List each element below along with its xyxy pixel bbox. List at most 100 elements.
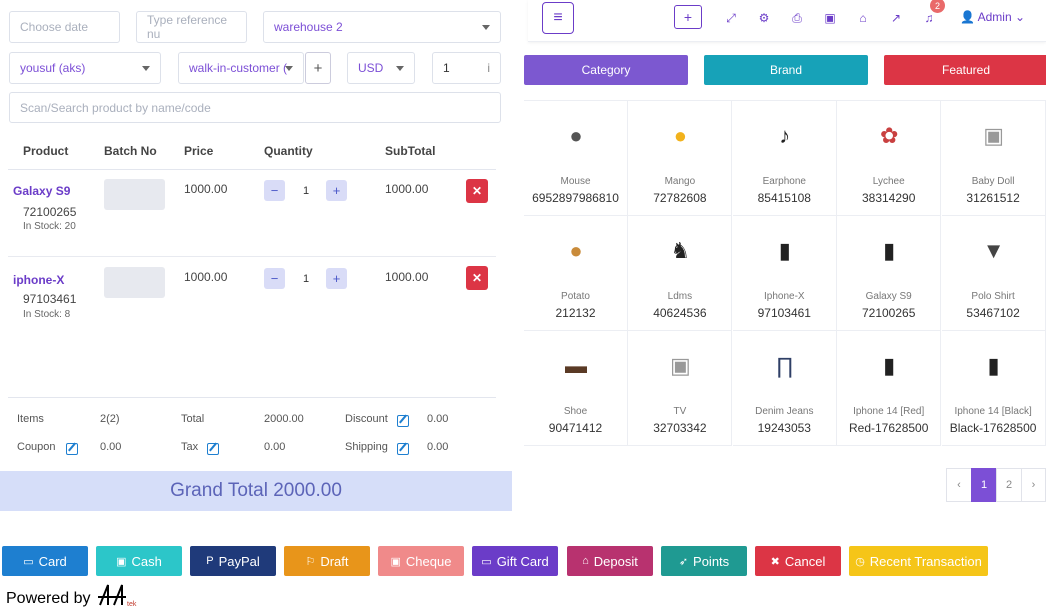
cheque-payment-button[interactable]: ▣ Cheque xyxy=(378,546,464,576)
product-card[interactable]: ● Mango 72782608 xyxy=(628,101,733,216)
reference-placeholder: Type reference nu xyxy=(147,13,228,41)
add-new-button[interactable]: + xyxy=(674,5,702,29)
button-label: Cheque xyxy=(405,553,452,569)
product-card[interactable]: ▮ Iphone-X 97103461 xyxy=(732,216,837,331)
date-input[interactable]: Choose date xyxy=(9,11,120,43)
remove-item-button[interactable]: ✕ xyxy=(466,179,488,203)
product-code: 19243053 xyxy=(757,421,811,435)
product-card[interactable]: ♪ Earphone 85415108 xyxy=(732,101,837,216)
recent-transaction-button[interactable]: ◷ Recent Transaction xyxy=(849,546,988,576)
chevron-down-icon xyxy=(482,25,490,30)
product-name: Potato xyxy=(561,291,590,302)
edit-coupon-icon[interactable] xyxy=(66,443,78,455)
phone-icon: ▮ xyxy=(778,238,791,263)
rocket-icon: ➶ xyxy=(678,555,689,568)
table-row: iphone-X 97103461 In Stock: 8 1000.00 − … xyxy=(8,257,496,344)
product-card[interactable]: ♞ Ldms 40624536 xyxy=(628,216,733,331)
featured-filter-button[interactable]: Featured xyxy=(884,55,1046,85)
points-payment-button[interactable]: ➶ Points xyxy=(661,546,747,576)
briefcase-icon[interactable]: ▣ xyxy=(823,11,837,25)
deposit-payment-button[interactable]: ⌂ Deposit xyxy=(567,546,653,576)
button-label: Card xyxy=(38,553,67,569)
customer-select[interactable]: walk-in-customer ( xyxy=(178,52,304,84)
product-card[interactable]: ▮ Galaxy S9 72100265 xyxy=(837,216,942,331)
shopping-bag-icon[interactable]: ⌂ xyxy=(856,11,870,25)
product-name-link[interactable]: Galaxy S9 xyxy=(13,184,70,198)
product-card[interactable]: ▮ Iphone 14 [Black] Black-17628500 xyxy=(941,331,1046,446)
product-code: 97103461 xyxy=(23,292,77,306)
quantity-input[interactable]: 1 xyxy=(296,185,316,197)
product-card[interactable]: ▮ Iphone 14 [Red] Red-17628500 xyxy=(837,331,942,446)
menu-toggle-button[interactable]: ≡ xyxy=(542,2,574,34)
close-icon: ✖ xyxy=(770,555,780,568)
product-code: 6952897986810 xyxy=(532,191,619,205)
phone-icon: ▮ xyxy=(883,353,896,378)
price-value: 1000.00 xyxy=(184,182,228,196)
product-card[interactable]: ● Potato 212132 xyxy=(524,216,628,331)
user-menu[interactable]: 👤 Admin ⌄ xyxy=(960,10,1025,24)
fullscreen-icon[interactable]: ⤢ xyxy=(724,11,738,25)
header-price: Price xyxy=(184,144,214,158)
printer-icon[interactable]: ⎙ xyxy=(790,11,804,25)
product-code: 212132 xyxy=(555,306,596,320)
edit-discount-icon[interactable] xyxy=(397,415,409,427)
product-card[interactable]: ▣ TV 32703342 xyxy=(628,331,733,446)
product-card[interactable]: ▼ Polo Shirt 53467102 xyxy=(941,216,1046,331)
cancel-button[interactable]: ✖ Cancel xyxy=(755,546,841,576)
chevron-down-icon xyxy=(142,66,150,71)
product-card[interactable]: ▬ Shoe 90471412 xyxy=(524,331,628,446)
total-label: Total xyxy=(181,413,205,425)
exchange-rate-input[interactable]: 1i xyxy=(432,52,501,84)
hamburger-icon: ≡ xyxy=(553,9,563,26)
increase-quantity-button[interactable]: + xyxy=(326,180,347,201)
warehouse-select[interactable]: warehouse 2 xyxy=(263,11,501,43)
items-value: 2(2) xyxy=(100,413,120,425)
decrease-quantity-button[interactable]: − xyxy=(264,268,285,289)
product-code: Black-17628500 xyxy=(949,421,1037,435)
product-code: 72100265 xyxy=(23,205,77,219)
gear-icon[interactable]: ⚙ xyxy=(757,11,771,25)
product-search-input[interactable]: Scan/Search product by name/code xyxy=(9,92,501,123)
date-placeholder: Choose date xyxy=(20,20,89,34)
increase-quantity-button[interactable]: + xyxy=(326,268,347,289)
bell-icon[interactable]: ♫ xyxy=(922,11,936,25)
edit-shipping-icon[interactable] xyxy=(397,443,409,455)
product-name: Mouse xyxy=(560,176,591,187)
product-name: Earphone xyxy=(762,176,806,187)
button-label: Points xyxy=(693,553,730,569)
batch-input[interactable] xyxy=(104,179,165,210)
filter-label: Brand xyxy=(769,63,803,77)
reference-input[interactable]: Type reference nu xyxy=(136,11,247,43)
category-filter-button[interactable]: Category xyxy=(524,55,688,85)
mango-icon: ● xyxy=(673,123,688,148)
batch-input[interactable] xyxy=(104,267,165,298)
gift-card-payment-button[interactable]: ▭ Gift Card xyxy=(472,546,558,576)
previous-page-button[interactable]: ‹ xyxy=(946,468,972,502)
product-card[interactable]: ∏ Denim Jeans 19243053 xyxy=(732,331,837,446)
page-1-button[interactable]: 1 xyxy=(971,468,997,502)
page-2-button[interactable]: 2 xyxy=(996,468,1022,502)
clock-icon: ◷ xyxy=(855,555,865,568)
remove-item-button[interactable]: ✕ xyxy=(466,266,488,290)
lychee-icon: ✿ xyxy=(879,123,899,148)
add-customer-button[interactable]: + xyxy=(305,52,331,84)
quantity-input[interactable]: 1 xyxy=(296,273,316,285)
product-card[interactable]: ▣ Baby Doll 31261512 xyxy=(941,101,1046,216)
decrease-quantity-button[interactable]: − xyxy=(264,180,285,201)
product-name: Iphone 14 [Black] xyxy=(954,406,1032,417)
currency-select[interactable]: USD xyxy=(347,52,415,84)
next-page-button[interactable]: › xyxy=(1021,468,1046,502)
product-card[interactable]: ✿ Lychee 38314290 xyxy=(837,101,942,216)
button-label: Recent Transaction xyxy=(869,553,982,569)
product-card[interactable]: ● Mouse 6952897986810 xyxy=(524,101,628,216)
trend-chart-icon[interactable]: ↗ xyxy=(889,11,903,25)
brand-filter-button[interactable]: Brand xyxy=(704,55,868,85)
card-payment-button[interactable]: ▭ Card xyxy=(2,546,88,576)
paypal-payment-button[interactable]: P PayPal xyxy=(190,546,276,576)
cash-payment-button[interactable]: ▣ Cash xyxy=(96,546,182,576)
edit-tax-icon[interactable] xyxy=(207,443,219,455)
biller-select[interactable]: yousuf (aks) xyxy=(9,52,161,84)
draft-button[interactable]: ⚐ Draft xyxy=(284,546,370,576)
paypal-icon: P xyxy=(206,555,214,567)
product-name-link[interactable]: iphone-X xyxy=(13,273,64,287)
